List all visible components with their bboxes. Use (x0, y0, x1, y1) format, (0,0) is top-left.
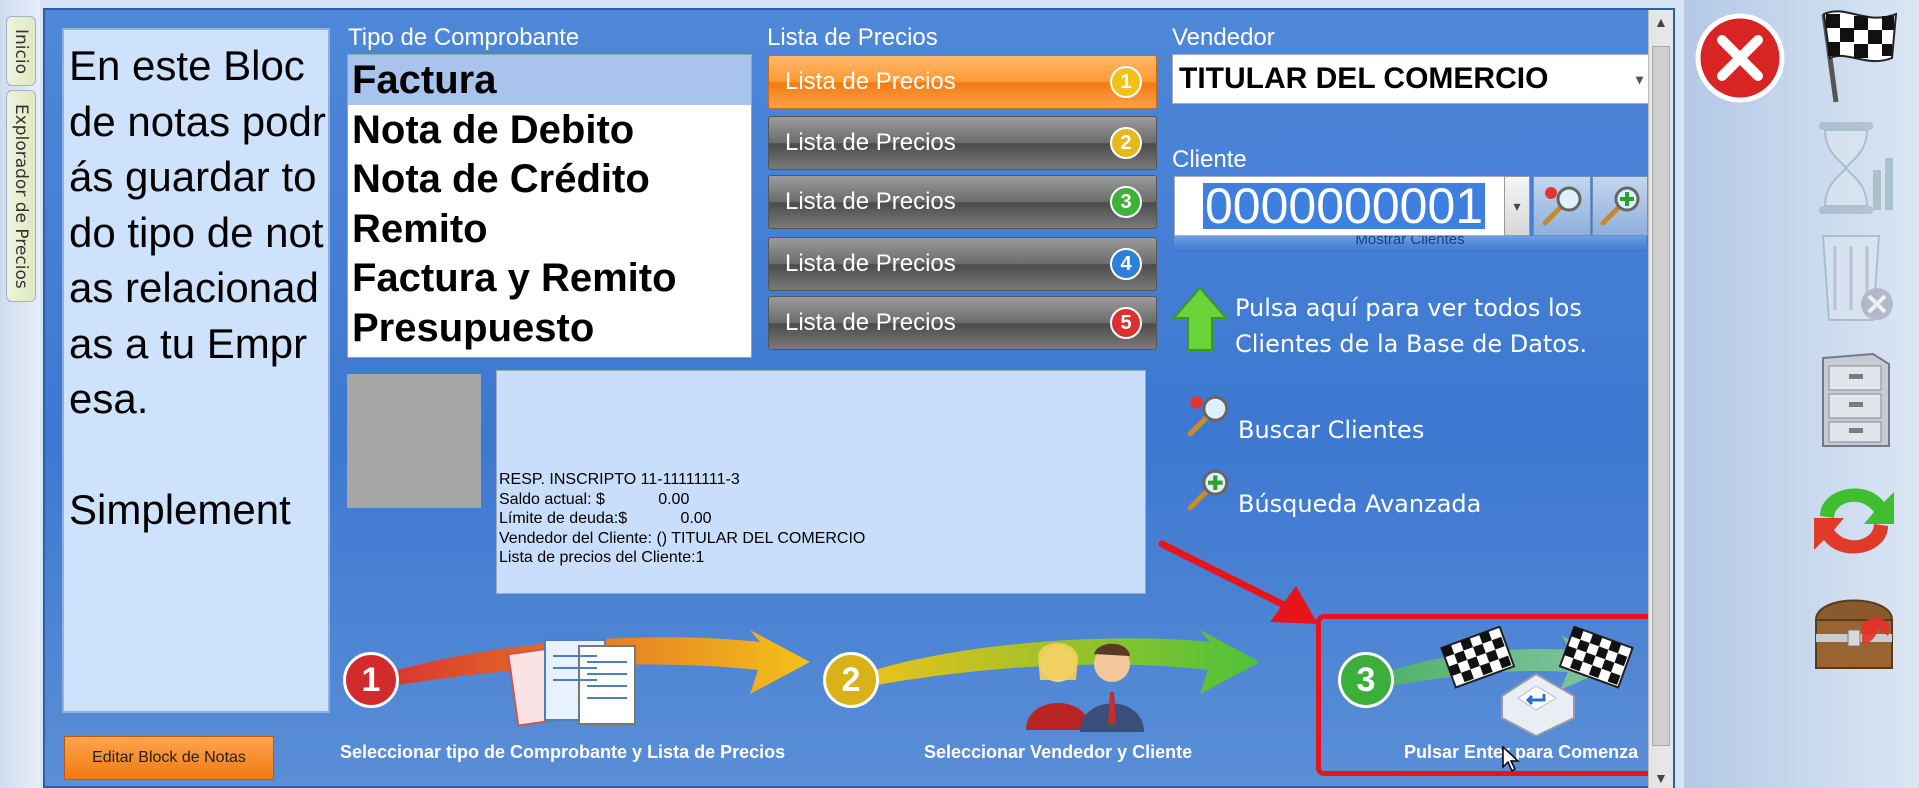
start-highlight-box[interactable] (1316, 614, 1670, 776)
treasure-chest-button[interactable] (1804, 580, 1904, 680)
cliente-label: Cliente (1172, 146, 1247, 173)
price-list-button-3[interactable]: Lista de Precios 3 (768, 175, 1157, 229)
notes-text[interactable]: En este Bloc de notas podrás guardar tod… (69, 38, 327, 538)
price-list-label: Lista de Precios (785, 188, 956, 215)
step-2-badge: 2 (823, 652, 879, 708)
mouse-cursor-icon (1502, 746, 1520, 772)
buscar-clientes-icon (1187, 395, 1229, 437)
price-list-label: Lista de Precios (785, 129, 956, 156)
arrow-up-icon[interactable] (1172, 286, 1228, 352)
price-number-badge: 5 (1110, 307, 1142, 339)
chevron-down-icon: ▾ (1513, 197, 1521, 214)
price-list-label: Lista de Precios (785, 68, 956, 95)
client-info-line: RESP. INSCRIPTO 11-11111111-3 (499, 471, 740, 488)
scroll-down-icon[interactable]: ▼ (1654, 770, 1668, 786)
documents-icon (507, 639, 636, 727)
advanced-search-button[interactable] (1592, 176, 1648, 236)
price-list-button-4[interactable]: Lista de Precios 4 (768, 237, 1157, 291)
price-list-label: Lista de Precios (785, 250, 956, 277)
client-info-line: Saldo actual: $ 0.00 (499, 490, 690, 508)
comprobante-item-presupuesto[interactable]: Presupuesto (348, 303, 751, 353)
checkered-flag-icon (1821, 10, 1898, 103)
mostrar-clientes-bar[interactable]: Mostrar Clientes (1174, 236, 1646, 252)
trash-icon (1821, 235, 1893, 321)
hourglass-icon (1819, 122, 1893, 214)
price-list-label: Lista de Precios (785, 309, 956, 336)
edit-notes-button[interactable]: Editar Block de Notas (64, 736, 274, 780)
client-info-line: Límite de deuda:$ 0.00 (499, 510, 712, 527)
users-icon (1026, 642, 1144, 732)
client-photo-placeholder (347, 374, 481, 508)
price-list-button-5[interactable]: Lista de Precios 5 (768, 296, 1157, 350)
busqueda-avanzada-icon (1187, 469, 1229, 511)
vertical-scrollbar[interactable]: ▲ ▼ (1648, 10, 1673, 788)
step-2-label: Seleccionar Vendedor y Cliente (924, 742, 1193, 762)
ver-todos-clientes-link[interactable]: Pulsa aquí para ver todos los Clientes d… (1235, 290, 1587, 362)
scroll-up-icon[interactable]: ▲ (1654, 14, 1668, 30)
price-number-badge: 3 (1110, 186, 1142, 218)
price-list-button-1[interactable]: Lista de Precios 1 (768, 55, 1157, 109)
step-1-badge: 1 (343, 652, 399, 708)
search-plus-icon (1600, 186, 1640, 226)
hourglass-button[interactable] (1804, 118, 1904, 218)
price-number-badge: 4 (1110, 248, 1142, 280)
close-icon (1695, 13, 1785, 103)
comprobante-label: Tipo de Comprobante (348, 24, 580, 51)
tab-inicio-label: Inicio (11, 28, 31, 74)
buscar-clientes-link[interactable]: Buscar Clientes (1238, 416, 1424, 444)
client-info-line: Lista de precios del Cliente:1 (499, 549, 705, 566)
side-tab-strip: Inicio Explorador de Precios (0, 0, 40, 788)
comprobante-item-nota-credito[interactable]: Nota de Crédito (348, 154, 751, 204)
recycle-bin-button[interactable] (1804, 226, 1904, 326)
refresh-button[interactable] (1804, 470, 1904, 570)
comprobante-item-factura-remito[interactable]: Factura y Remito (348, 253, 751, 303)
comprobante-item-factura[interactable]: Factura (348, 55, 751, 105)
comprobante-list[interactable]: Factura Nota de Debito Nota de Crédito R… (347, 54, 752, 358)
right-action-panel (1684, 0, 1919, 788)
cliente-dropdown-button[interactable]: ▾ (1504, 176, 1530, 236)
archive-cabinet-button[interactable] (1804, 350, 1904, 450)
price-number-badge: 2 (1110, 127, 1142, 159)
treasure-chest-icon (1814, 599, 1894, 669)
refresh-icon (1814, 488, 1894, 554)
cliente-input[interactable]: 0000000001 (1174, 176, 1508, 236)
comprobante-item-remito[interactable]: Remito (348, 204, 751, 254)
quick-search-button[interactable] (1533, 176, 1591, 236)
price-number-badge: 1 (1110, 66, 1142, 98)
tab-inicio[interactable]: Inicio (6, 16, 36, 86)
price-list-button-2[interactable]: Lista de Precios 2 (768, 116, 1157, 170)
cliente-value: 0000000001 (1203, 178, 1486, 234)
client-info-panel: RESP. INSCRIPTO 11-11111111-3 Saldo actu… (496, 370, 1146, 594)
busqueda-avanzada-link[interactable]: Búsqueda Avanzada (1238, 490, 1481, 518)
dropdown-arrow-icon: ▾ (1635, 71, 1643, 87)
start-flag-button[interactable] (1804, 4, 1904, 104)
vendedor-select[interactable]: TITULAR DEL COMERCIO ▾ (1172, 54, 1650, 104)
precios-label: Lista de Precios (767, 24, 938, 51)
file-cabinet-icon (1822, 352, 1890, 447)
client-info-line: Vendedor del Cliente: () TITULAR DEL COM… (499, 529, 866, 547)
pointer-arrow-icon (1158, 540, 1318, 624)
tab-explorador-precios[interactable]: Explorador de Precios (6, 90, 36, 302)
tab-explorador-label: Explorador de Precios (11, 103, 31, 289)
close-button[interactable] (1690, 8, 1790, 108)
vendedor-label: Vendedor (1172, 24, 1275, 51)
notes-pad[interactable]: En este Bloc de notas podrás guardar tod… (62, 28, 330, 713)
search-pin-icon (1542, 186, 1582, 226)
comprobante-item-nota-debito[interactable]: Nota de Debito (348, 105, 751, 155)
step-1-label: Seleccionar tipo de Comprobante y Lista … (340, 742, 786, 762)
scrollbar-thumb[interactable] (1652, 46, 1670, 746)
vendedor-value: TITULAR DEL COMERCIO (1179, 62, 1549, 95)
mostrar-clientes-label: Mostrar Clientes (1355, 236, 1465, 248)
